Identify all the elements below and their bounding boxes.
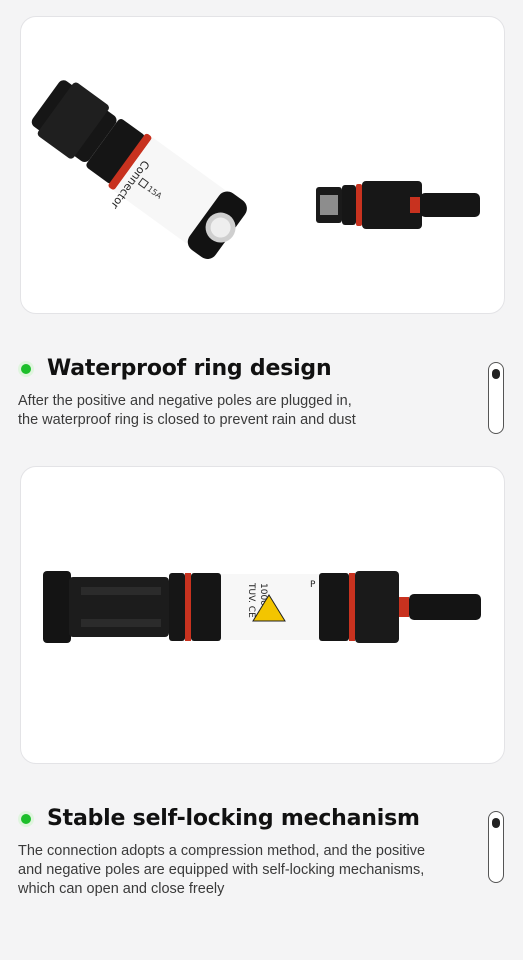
feature-description: The connection adopts a compression meth… — [18, 842, 488, 899]
seal-ring — [349, 573, 355, 641]
label-cert: TUV. CE — [246, 582, 256, 618]
plug-body-rear — [43, 571, 71, 643]
seal-ring — [356, 184, 362, 226]
feature-description-line: and negative poles are equipped with sel… — [18, 862, 425, 878]
feature-description: After the positive and negative poles ar… — [18, 392, 488, 430]
product-image-card-connected: 1000V D TUV. CE P — [20, 466, 505, 764]
socket-tip — [409, 594, 481, 620]
label-top-text: P — [310, 580, 316, 590]
connector-pair-illustration: Connector 15A — [31, 80, 480, 259]
scroll-indicator[interactable] — [488, 362, 504, 434]
connector-joined-illustration: 1000V D TUV. CE P — [43, 571, 481, 643]
bullet-dot-icon — [18, 360, 34, 377]
feature-description-line: the waterproof ring is closed to prevent… — [18, 412, 356, 428]
feature-description-line: The connection adopts a compression meth… — [18, 843, 426, 859]
feature-title: Stable self-locking mechanism — [47, 806, 420, 831]
feature-self-locking: Stable self-locking mechanism The connec… — [18, 806, 488, 899]
feature-description-line: After the positive and negative poles ar… — [18, 393, 352, 409]
feature-waterproof: Waterproof ring design After the positiv… — [18, 356, 488, 430]
scroll-thumb[interactable] — [492, 818, 500, 828]
feature-title: Waterproof ring design — [47, 356, 332, 381]
socket-tip — [420, 193, 480, 217]
scroll-thumb[interactable] — [492, 369, 500, 379]
seal-ring — [185, 573, 191, 641]
scroll-indicator[interactable] — [488, 811, 504, 883]
bullet-dot-icon — [18, 810, 34, 827]
product-image-card-disconnected: Connector 15A — [20, 16, 505, 314]
feature-description-line: which can open and close freely — [18, 881, 225, 897]
